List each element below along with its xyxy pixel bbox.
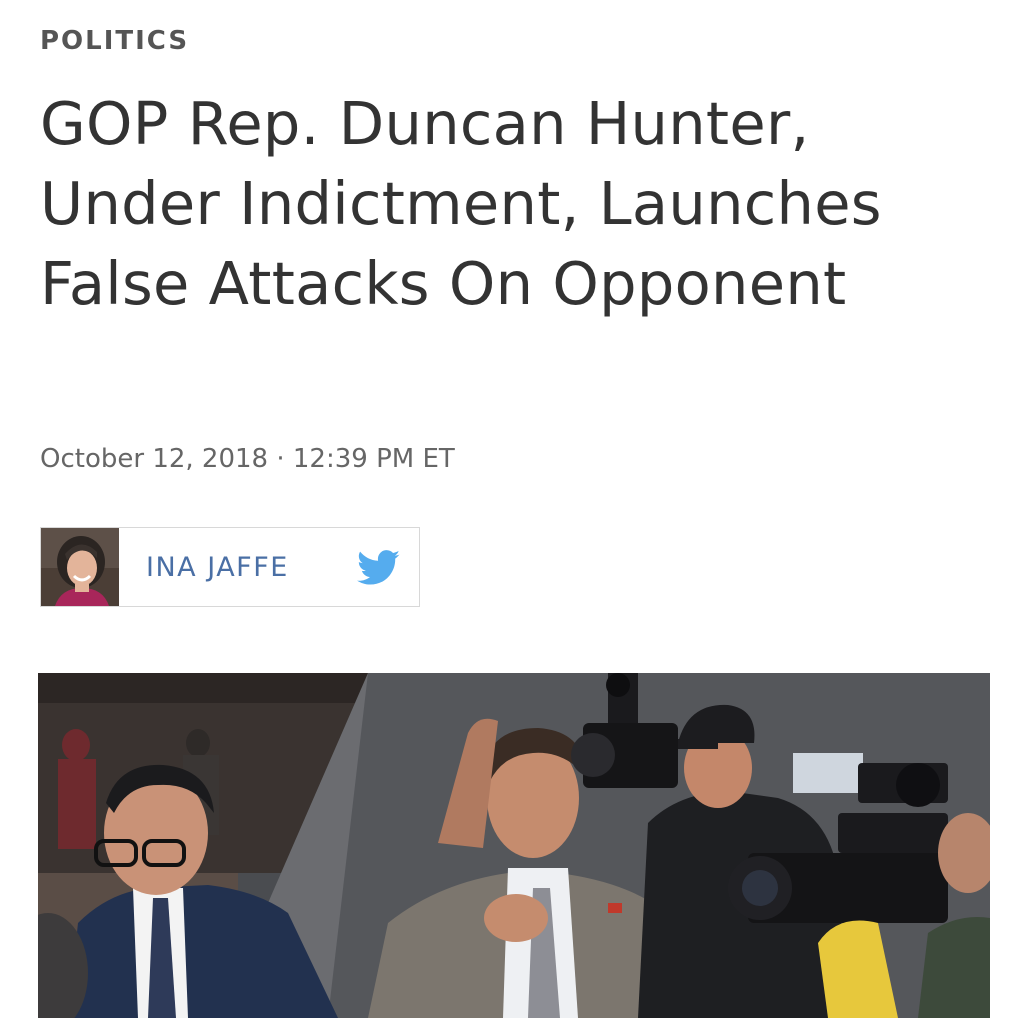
section-label[interactable]: POLITICS (40, 26, 189, 56)
author-avatar[interactable] (41, 528, 119, 606)
headline: GOP Rep. Duncan Hunter, Under Indictment… (40, 89, 882, 318)
dateline: October 12, 2018 · 12:39 PM ET (40, 444, 455, 474)
hero-photo[interactable] (38, 673, 990, 1018)
byline-card: INA JAFFE (40, 527, 420, 607)
author-name[interactable]: INA JAFFE (146, 552, 289, 583)
twitter-icon[interactable] (357, 550, 401, 586)
